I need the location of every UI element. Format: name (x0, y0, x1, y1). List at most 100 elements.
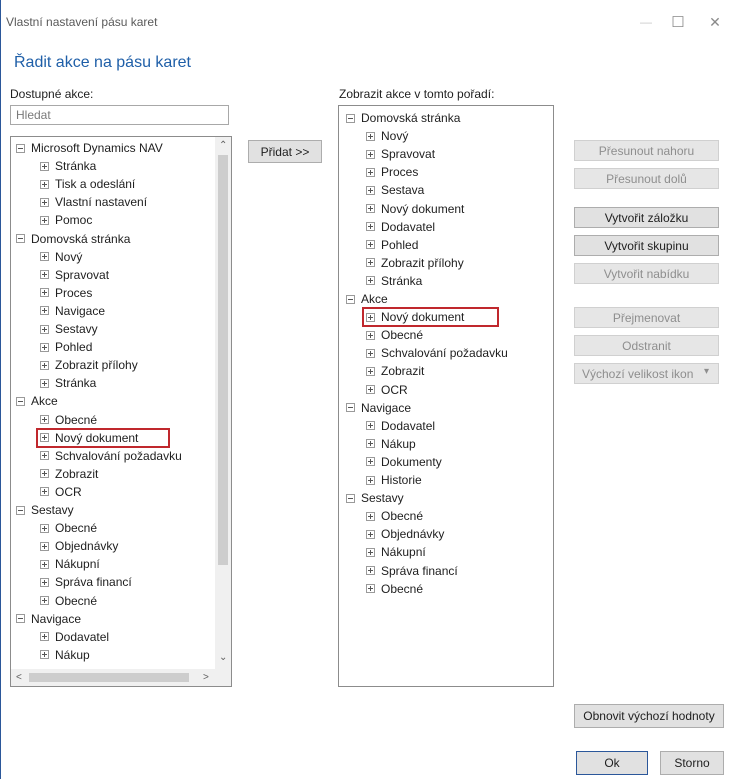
collapse-icon[interactable] (16, 234, 25, 243)
create-group-button[interactable]: Vytvořit skupinu (574, 235, 719, 256)
tree-item[interactable]: Nákupní (40, 555, 100, 573)
reset-defaults-button[interactable]: Obnovit výchozí hodnoty (574, 704, 724, 728)
ok-button[interactable]: Ok (576, 751, 648, 775)
expand-icon[interactable] (366, 312, 375, 322)
tree-group[interactable]: Navigace (16, 610, 81, 628)
tree-item[interactable]: Nákupní (366, 543, 426, 561)
tree-group[interactable]: Akce (16, 392, 58, 410)
tree-group[interactable]: Akce (346, 290, 388, 308)
vertical-scroll-thumb[interactable] (218, 155, 228, 565)
expand-icon[interactable] (40, 252, 49, 262)
expand-icon[interactable] (366, 149, 375, 159)
tree-group[interactable]: Domovská stránka (346, 109, 460, 127)
tree-item[interactable]: Obecné (40, 411, 97, 429)
maximize-button[interactable]: ☐ (663, 10, 693, 34)
expand-icon[interactable] (40, 378, 49, 388)
expand-icon[interactable] (366, 421, 375, 431)
expand-icon[interactable] (366, 204, 375, 213)
expand-icon[interactable] (40, 559, 49, 569)
collapse-icon[interactable] (16, 505, 25, 515)
scroll-up-icon[interactable]: ⌃ (219, 139, 227, 153)
rename-button[interactable]: Přejmenovat (574, 307, 719, 328)
tree-item[interactable]: Dokumenty (366, 453, 442, 471)
tree-group[interactable]: Sestavy (16, 501, 74, 519)
tree-item[interactable]: Spravovat (40, 266, 109, 284)
collapse-icon[interactable] (16, 614, 25, 624)
expand-icon[interactable] (40, 632, 49, 642)
expand-icon[interactable] (40, 215, 49, 225)
collapse-icon[interactable] (16, 396, 25, 406)
expand-icon[interactable] (40, 415, 49, 424)
tree-item[interactable]: Obecné (40, 592, 97, 610)
expand-icon[interactable] (366, 330, 375, 340)
tree-item[interactable]: Schvalování požadavku (366, 344, 508, 362)
create-menu-button[interactable]: Vytvořit nabídku (574, 263, 719, 284)
tree-item[interactable]: Spravovat (366, 145, 435, 163)
tree-item[interactable]: Zobrazit (366, 362, 424, 380)
tree-item[interactable]: Nákup (366, 435, 416, 453)
remove-button[interactable]: Odstranit (574, 335, 719, 356)
expand-icon[interactable] (366, 185, 375, 195)
tree-group[interactable]: Domovská stránka (16, 230, 130, 248)
tree-item[interactable]: Správa financí (366, 562, 458, 580)
expand-icon[interactable] (366, 547, 375, 557)
collapse-icon[interactable] (346, 294, 355, 304)
expand-icon[interactable] (40, 469, 49, 479)
tree-item[interactable]: Nákup (40, 646, 90, 664)
tree-item[interactable]: Proces (40, 284, 92, 302)
move-down-button[interactable]: Přesunout dolů (574, 168, 719, 189)
tree-group[interactable]: Navigace (346, 399, 411, 417)
expand-icon[interactable] (40, 523, 49, 533)
expand-icon[interactable] (366, 348, 375, 358)
tree-item[interactable]: Sestava (366, 181, 424, 199)
tree-item[interactable]: Sestavy (40, 320, 98, 338)
expand-icon[interactable] (366, 529, 375, 539)
expand-icon[interactable] (366, 276, 375, 286)
scroll-right-icon[interactable]: > (203, 671, 209, 685)
expand-icon[interactable] (40, 270, 49, 280)
expand-icon[interactable] (40, 360, 49, 370)
expand-icon[interactable] (40, 487, 49, 497)
expand-icon[interactable] (40, 650, 49, 660)
expand-icon[interactable] (40, 433, 49, 443)
move-up-button[interactable]: Přesunout nahoru (574, 140, 719, 161)
tree-item[interactable]: Nový (366, 127, 408, 145)
tree-item[interactable]: Nový dokument (366, 308, 464, 326)
expand-icon[interactable] (40, 197, 49, 207)
expand-icon[interactable] (40, 451, 49, 461)
expand-icon[interactable] (366, 258, 375, 268)
expand-icon[interactable] (366, 475, 375, 485)
tree-item[interactable]: Objednávky (366, 525, 444, 543)
available-actions-tree[interactable]: Microsoft Dynamics NAV Stránka Tisk a odes… (10, 136, 232, 687)
cancel-button[interactable]: Storno (660, 751, 724, 775)
collapse-icon[interactable] (346, 403, 355, 413)
expand-icon[interactable] (40, 596, 49, 605)
scroll-down-icon[interactable]: ⌄ (219, 651, 227, 665)
tree-item[interactable]: Proces (366, 163, 418, 181)
tree-group[interactable]: Microsoft Dynamics NAV (16, 139, 163, 157)
tree-item[interactable]: Správa financí (40, 573, 132, 591)
search-input[interactable] (10, 105, 229, 125)
expand-icon[interactable] (40, 161, 49, 171)
expand-icon[interactable] (366, 222, 375, 232)
tree-item[interactable]: Nový dokument (366, 200, 464, 218)
expand-icon[interactable] (366, 457, 375, 467)
vertical-scrollbar[interactable]: ⌃ ⌄ (215, 137, 231, 686)
tree-item[interactable]: Obecné (40, 519, 97, 537)
close-button[interactable]: ✕ (700, 10, 730, 34)
expand-icon[interactable] (40, 577, 49, 587)
expand-icon[interactable] (40, 306, 49, 316)
tree-item[interactable]: Zobrazit přílohy (366, 254, 464, 272)
order-tree[interactable]: Domovská stránka Nový Spravovat Proces Sesta… (338, 105, 554, 687)
tree-item[interactable]: Tisk a odeslání (40, 175, 135, 193)
tree-item[interactable]: Dodavatel (366, 417, 435, 435)
tree-group[interactable]: Sestavy (346, 489, 404, 507)
tree-item[interactable]: Pomoc (40, 211, 92, 229)
create-tab-button[interactable]: Vytvořit záložku (574, 207, 719, 228)
expand-icon[interactable] (366, 511, 375, 521)
expand-icon[interactable] (40, 324, 49, 334)
expand-icon[interactable] (40, 288, 49, 298)
icon-size-dropdown[interactable]: Výchozí velikost ikon ▾ (574, 363, 719, 384)
scroll-left-icon[interactable]: < (16, 671, 22, 685)
tree-item[interactable]: Objednávky (40, 537, 118, 555)
